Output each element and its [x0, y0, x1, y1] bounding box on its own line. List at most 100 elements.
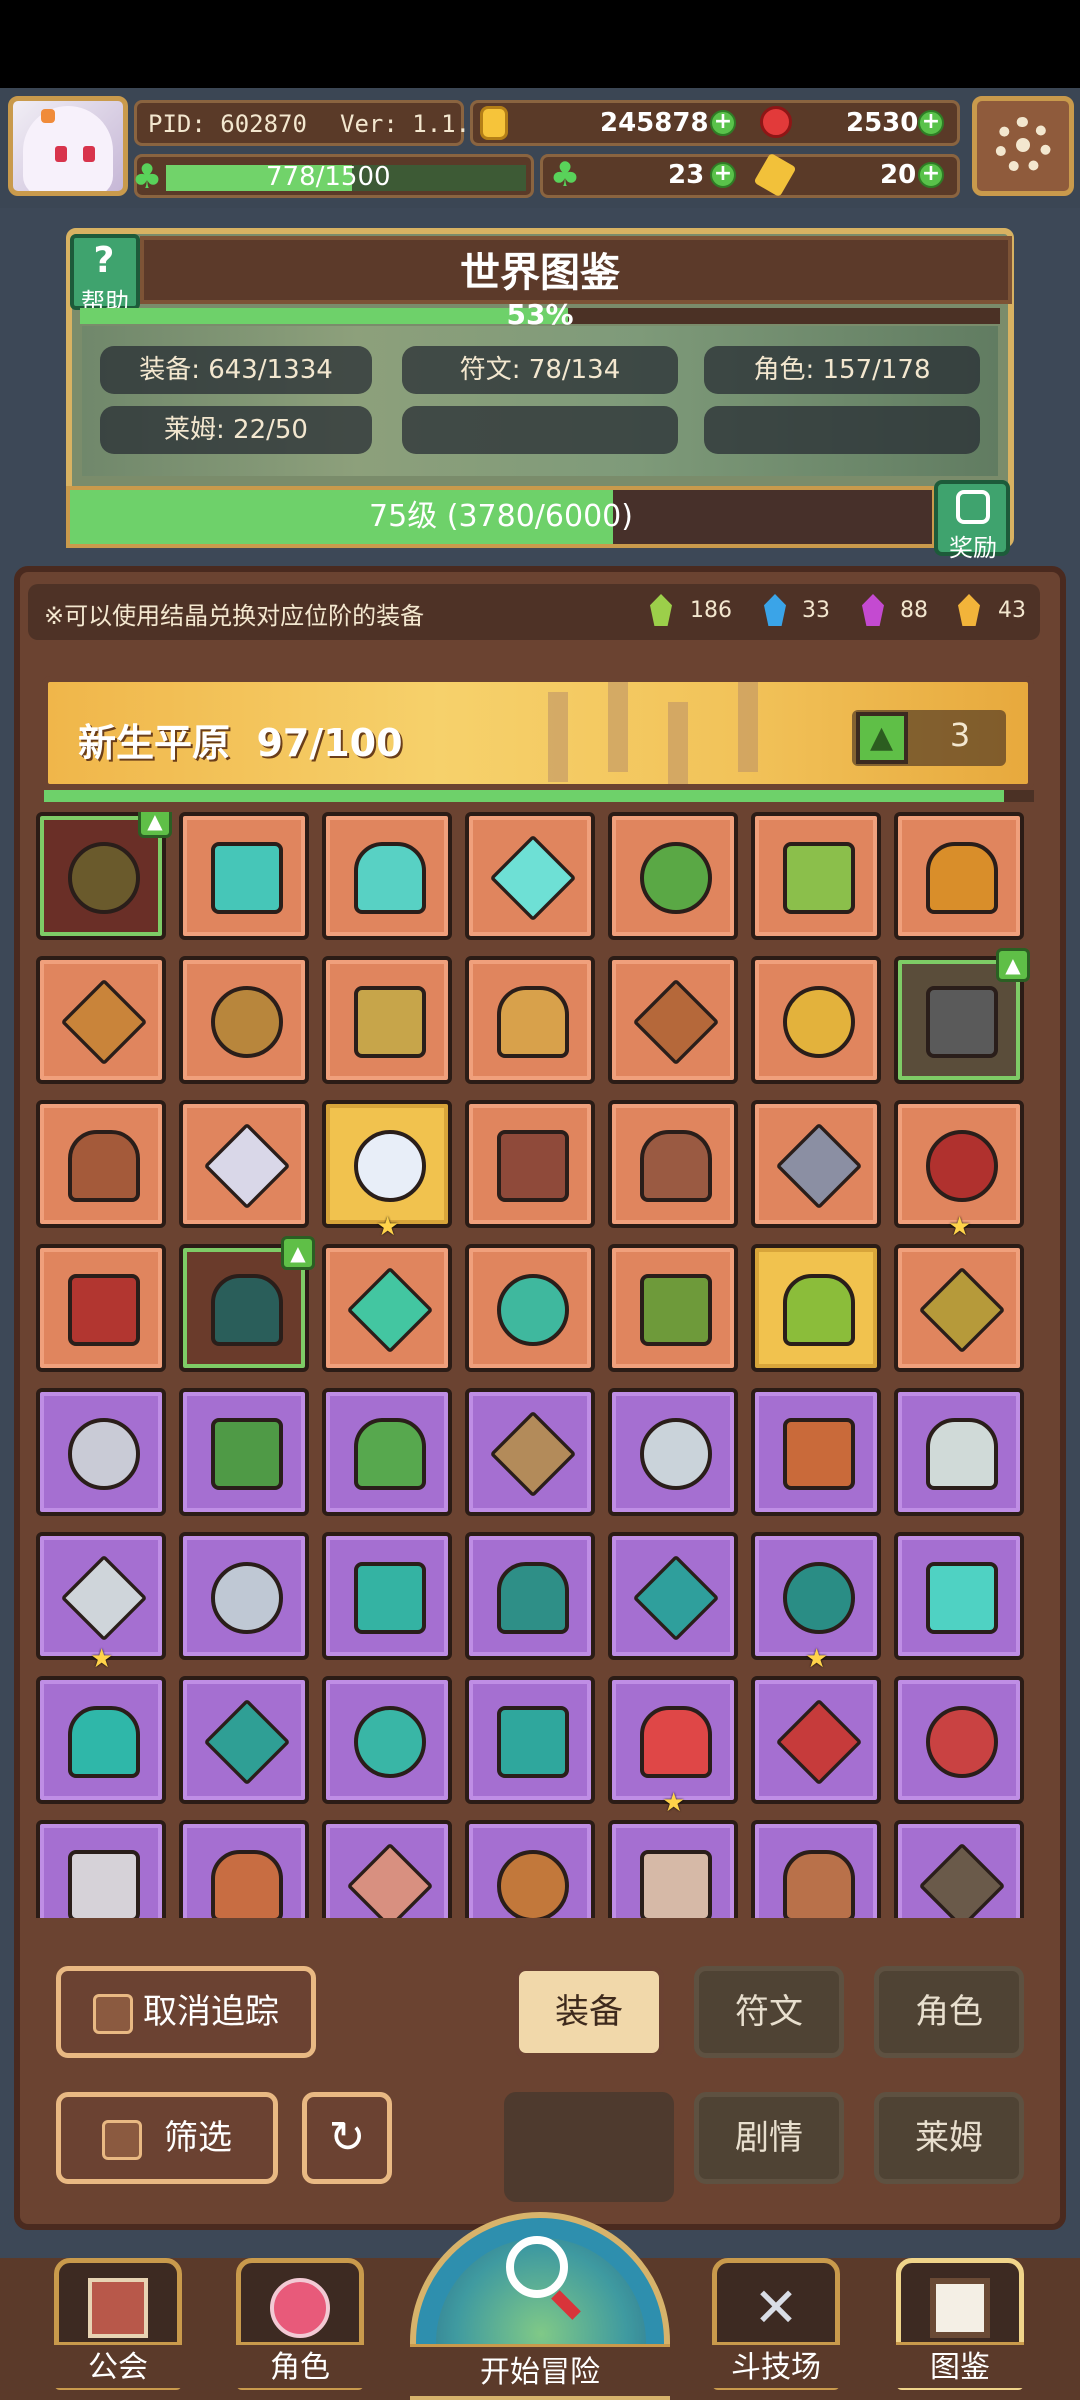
item-cell[interactable] — [179, 1100, 309, 1228]
item-cell[interactable] — [36, 1820, 166, 1918]
item-cell[interactable] — [751, 1820, 881, 1918]
item-cell[interactable]: ▲ — [894, 948, 1030, 1084]
tab-character[interactable]: 角色 — [874, 1966, 1024, 2058]
item-cell[interactable] — [608, 812, 738, 940]
item-cell[interactable] — [751, 1676, 881, 1804]
refresh-icon: ↻ — [328, 2112, 366, 2163]
add-key-button[interactable]: + — [918, 162, 944, 188]
item-cell[interactable] — [322, 1532, 452, 1660]
item-cell[interactable] — [894, 1244, 1024, 1372]
nav-arena[interactable]: ✕ 斗技场 — [712, 2258, 840, 2400]
fence-decoration — [548, 692, 568, 782]
item-cell[interactable] — [179, 1532, 309, 1660]
tab-story[interactable]: 剧情 — [694, 2092, 844, 2184]
item-cell[interactable] — [465, 1388, 595, 1516]
item-cell[interactable] — [894, 1676, 1024, 1804]
item-cell[interactable] — [322, 1244, 452, 1372]
exp-text: 778/1500 — [266, 162, 391, 192]
item-cell[interactable] — [465, 1532, 595, 1660]
add-clover-button[interactable]: + — [710, 162, 736, 188]
hammer-icon — [497, 1130, 569, 1202]
item-cell[interactable] — [179, 1820, 309, 1918]
item-cell[interactable]: ★ — [751, 1532, 881, 1674]
item-cell[interactable] — [894, 812, 1024, 940]
item-cell[interactable] — [36, 1676, 166, 1804]
settings-button[interactable] — [972, 96, 1074, 196]
start-adventure-label: 开始冒险 — [410, 2344, 670, 2396]
item-cell[interactable] — [36, 1244, 166, 1372]
fence-decoration — [738, 682, 758, 772]
item-cell[interactable]: ★ — [894, 1100, 1024, 1242]
item-cell[interactable] — [465, 812, 595, 940]
gold-coin-icon — [480, 106, 508, 140]
stat-empty-slot — [704, 406, 980, 454]
nav-atlas[interactable]: 图鉴 — [896, 2258, 1024, 2400]
item-cell[interactable] — [751, 1244, 881, 1372]
pearl-necklace-icon — [346, 1842, 434, 1918]
tip-text: ※可以使用结晶兑换对应位阶的装备 — [44, 602, 425, 630]
nav-guild-label: 公会 — [54, 2342, 182, 2388]
item-cell[interactable] — [751, 1100, 881, 1228]
guild-building-icon — [88, 2278, 148, 2338]
horned-helm-icon — [68, 1850, 140, 1918]
heart-necklace-icon — [640, 1130, 712, 1202]
item-cell[interactable] — [36, 1100, 166, 1228]
item-cell[interactable] — [894, 1388, 1024, 1516]
teal-ring-icon — [497, 1706, 569, 1778]
item-cell[interactable]: ★ — [36, 1532, 166, 1674]
item-cell[interactable] — [608, 1244, 738, 1372]
item-cell[interactable]: ★ — [608, 1676, 738, 1818]
filter-button[interactable]: 筛选 — [56, 2092, 278, 2184]
item-cell[interactable] — [894, 1532, 1024, 1660]
atlas-level-text: 75级 (3780/6000) — [369, 499, 633, 534]
item-cell[interactable] — [179, 956, 309, 1084]
nav-arena-label: 斗技场 — [712, 2342, 840, 2388]
avatar-eye — [83, 146, 95, 162]
add-gold-button[interactable]: + — [710, 110, 736, 136]
item-cell[interactable] — [179, 1676, 309, 1804]
item-cell[interactable] — [608, 1820, 738, 1918]
silver-spear-icon — [640, 1418, 712, 1490]
item-cell[interactable] — [36, 1388, 166, 1516]
item-cell[interactable] — [465, 1100, 595, 1228]
item-cell[interactable]: ★ — [322, 1100, 452, 1242]
item-cell[interactable] — [322, 1388, 452, 1516]
nav-character[interactable]: 角色 — [236, 2258, 364, 2400]
item-cell[interactable] — [36, 956, 166, 1084]
add-ruby-button[interactable]: + — [918, 110, 944, 136]
item-cell[interactable] — [751, 1388, 881, 1516]
ring-pearl-icon — [203, 1122, 291, 1210]
item-cell[interactable] — [751, 956, 881, 1084]
item-cell[interactable] — [465, 1676, 595, 1804]
nav-guild[interactable]: 公会 — [54, 2258, 182, 2400]
item-cell[interactable] — [322, 812, 452, 940]
item-cell[interactable] — [608, 1388, 738, 1516]
item-cell[interactable] — [465, 1820, 595, 1918]
tab-slime[interactable]: 莱姆 — [874, 2092, 1024, 2184]
boots-icon — [497, 1274, 569, 1346]
item-cell[interactable]: ▲ — [36, 812, 172, 940]
player-avatar[interactable] — [8, 96, 128, 196]
player-id: PID: 602870 — [148, 110, 307, 138]
item-cell[interactable] — [322, 1820, 452, 1918]
item-cell[interactable] — [894, 1820, 1024, 1918]
item-cell[interactable] — [322, 956, 452, 1084]
untrack-button[interactable]: 取消追踪 — [56, 1966, 316, 2058]
refresh-button[interactable]: ↻ — [302, 2092, 392, 2184]
character-icon — [270, 2278, 330, 2338]
item-cell[interactable] — [465, 956, 595, 1084]
stat-empty-slot — [402, 406, 678, 454]
item-cell[interactable] — [179, 1388, 309, 1516]
item-cell[interactable] — [751, 812, 881, 940]
item-grid-viewport[interactable]: ▲ ▲ ★ ★ ▲ ★ ★ ★ — [36, 812, 1044, 1918]
item-cell[interactable] — [608, 1532, 738, 1660]
item-cell[interactable] — [608, 1100, 738, 1228]
item-cell[interactable]: ▲ — [179, 1236, 315, 1372]
red-armor-icon — [68, 1274, 140, 1346]
item-cell[interactable] — [608, 956, 738, 1084]
tab-rune[interactable]: 符文 — [694, 1966, 844, 2058]
item-cell[interactable] — [179, 812, 309, 940]
item-cell[interactable] — [322, 1676, 452, 1804]
tab-equipment[interactable]: 装备 — [514, 1966, 664, 2058]
item-cell[interactable] — [465, 1244, 595, 1372]
